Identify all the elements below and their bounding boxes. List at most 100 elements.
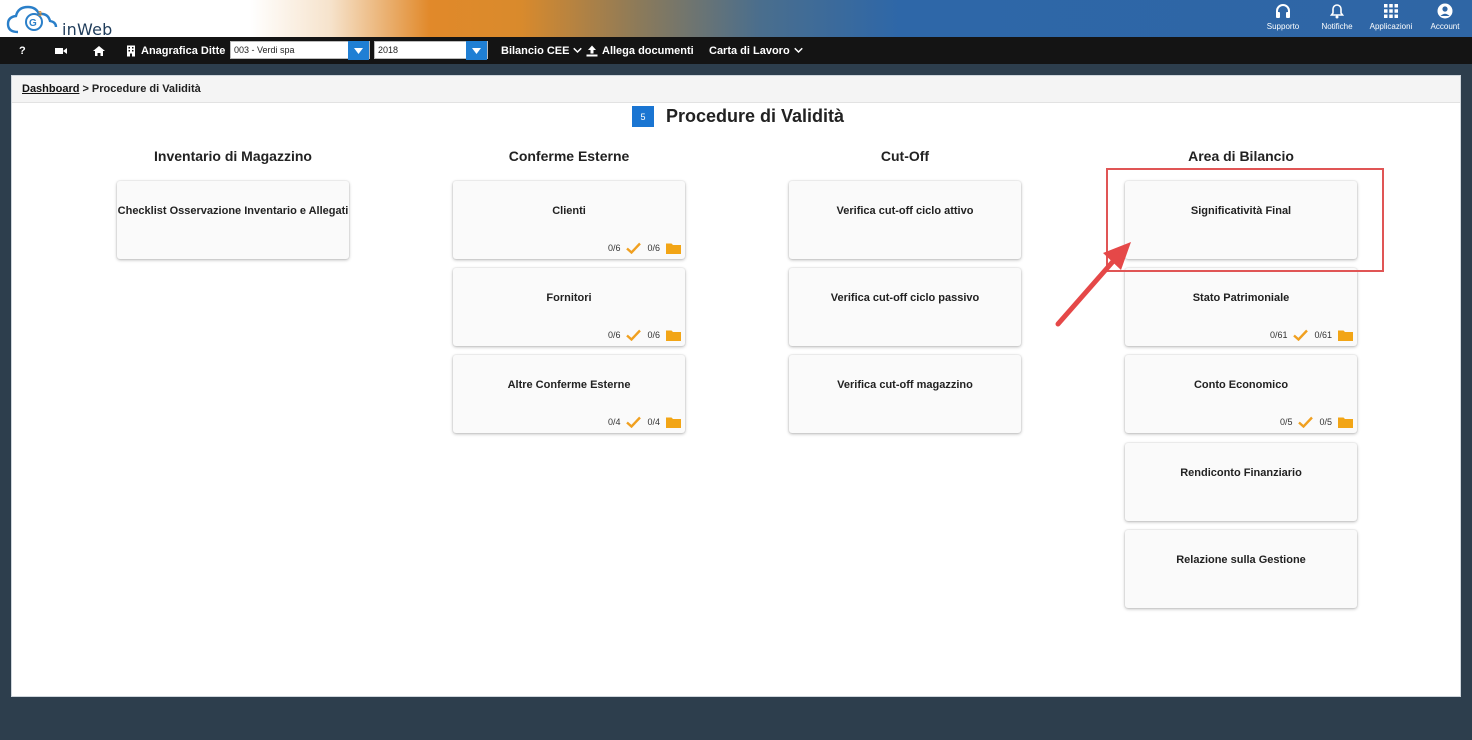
card-stato-patrimoniale[interactable]: Stato Patrimoniale 0/61 0/61	[1125, 268, 1357, 346]
card-label: Verifica cut-off ciclo attivo	[836, 205, 974, 217]
grid-icon	[1384, 4, 1398, 18]
headset-icon	[1276, 4, 1290, 18]
support-label: Supporto	[1266, 22, 1300, 31]
folder-icon	[1338, 417, 1353, 428]
card-altre-conferme[interactable]: Altre Conferme Esterne 0/4 0/4	[453, 355, 685, 433]
video-camera-icon	[55, 47, 67, 54]
files-count: 0/61	[1314, 330, 1332, 340]
page-badge: 5	[632, 106, 654, 127]
page-title: 5 Procedure di Validità	[632, 106, 844, 127]
support-button[interactable]: Supporto	[1256, 0, 1310, 37]
breadcrumb-current: Procedure di Validità	[91, 83, 201, 95]
applications-button[interactable]: Applicazioni	[1364, 0, 1418, 37]
bilancio-cee-label: Bilancio CEE	[501, 44, 570, 57]
breadcrumb-dashboard-link[interactable]: Dashboard	[22, 83, 79, 95]
svg-text:G: G	[29, 18, 37, 29]
check-icon	[626, 329, 642, 341]
card-clienti[interactable]: Clienti 0/6 0/6	[453, 181, 685, 259]
anagrafica-ditte-label: Anagrafica Ditte	[141, 44, 226, 57]
notifications-label: Notifiche	[1321, 22, 1353, 31]
card-label: Fornitori	[546, 292, 592, 304]
allega-documenti-button[interactable]: Allega documenti	[586, 37, 694, 64]
bilancio-cee-menu[interactable]: Bilancio CEE	[501, 37, 583, 64]
company-select-value: 003 - Verdi spa	[234, 45, 295, 55]
card-stats: 0/4 0/4	[608, 416, 681, 428]
card-conto-economico[interactable]: Conto Economico 0/5 0/5	[1125, 355, 1357, 433]
top-header: G 3 inWeb Supporto Notifiche Applicazion…	[0, 0, 1472, 39]
card-stats: 0/5 0/5	[1280, 416, 1353, 428]
help-label: ?	[19, 44, 26, 57]
breadcrumb-separator: >	[82, 83, 89, 95]
company-select-toggle[interactable]	[348, 41, 369, 60]
user-circle-icon	[1437, 3, 1453, 19]
nav-bar: ? Anagrafica Ditte Bilancio CEE Allega d…	[0, 37, 1472, 64]
chevron-down-icon	[573, 47, 583, 54]
applications-label: Applicazioni	[1369, 22, 1413, 31]
notifications-button[interactable]: Notifiche	[1310, 0, 1364, 37]
building-icon	[127, 45, 135, 56]
highlight-box	[1106, 168, 1384, 272]
account-button[interactable]: Account	[1418, 0, 1472, 37]
card-label: Checklist Osservazione Inventario e Alle…	[117, 205, 349, 217]
check-icon	[1298, 416, 1314, 428]
folder-icon	[1338, 330, 1353, 341]
done-count: 0/61	[1269, 330, 1288, 340]
card-label: Relazione sulla Gestione	[1176, 554, 1306, 566]
check-icon	[626, 242, 642, 254]
card-label: Altre Conferme Esterne	[507, 379, 631, 391]
card-stats: 0/61 0/61	[1270, 329, 1353, 341]
done-count: 0/5	[1279, 417, 1293, 427]
card-relazione-gestione[interactable]: Relazione sulla Gestione	[1125, 530, 1357, 608]
app-logo[interactable]: G 3 inWeb	[4, 2, 114, 39]
card-rendiconto-finanziario[interactable]: Rendiconto Finanziario	[1125, 443, 1357, 521]
card-cutoff-attivo[interactable]: Verifica cut-off ciclo attivo	[789, 181, 1021, 259]
caret-down-icon	[472, 47, 481, 54]
card-label: Rendiconto Finanziario	[1180, 467, 1302, 479]
card-cutoff-passivo[interactable]: Verifica cut-off ciclo passivo	[789, 268, 1021, 346]
folder-icon	[666, 330, 681, 341]
carta-di-lavoro-menu[interactable]: Carta di Lavoro	[709, 37, 803, 64]
year-select-value: 2018	[378, 45, 399, 55]
chevron-down-icon	[793, 47, 803, 54]
video-button[interactable]	[55, 37, 67, 64]
header-actions: Supporto Notifiche Applicazioni Account	[1256, 0, 1472, 37]
cloud-logo-icon: G 3	[6, 5, 58, 34]
card-label: Clienti	[552, 205, 586, 217]
help-button[interactable]: ?	[19, 37, 26, 64]
column-title-cutoff: Cut-Off	[880, 148, 930, 164]
caret-down-icon	[354, 47, 363, 54]
card-label: Stato Patrimoniale	[1192, 292, 1290, 304]
anagrafica-ditte-menu[interactable]: Anagrafica Ditte	[125, 37, 225, 64]
files-count: 0/6	[647, 243, 660, 253]
column-title-conferme: Conferme Esterne	[508, 148, 630, 164]
card-label: Verifica cut-off magazzino	[837, 379, 973, 391]
allega-documenti-label: Allega documenti	[602, 44, 694, 57]
carta-di-lavoro-label: Carta di Lavoro	[709, 44, 790, 57]
card-fornitori[interactable]: Fornitori 0/6 0/6	[453, 268, 685, 346]
card-label: Verifica cut-off ciclo passivo	[830, 292, 980, 304]
company-select[interactable]: 003 - Verdi spa	[230, 41, 370, 60]
svg-text:3: 3	[38, 11, 42, 18]
page-title-text: Procedure di Validità	[666, 106, 845, 126]
home-icon	[93, 45, 105, 56]
card-checklist-inventario[interactable]: Checklist Osservazione Inventario e Alle…	[117, 181, 349, 259]
folder-icon	[666, 243, 681, 254]
card-label: Conto Economico	[1193, 379, 1289, 391]
files-count: 0/6	[647, 330, 660, 340]
bell-icon	[1329, 4, 1345, 19]
year-select[interactable]: 2018	[374, 41, 488, 60]
home-button[interactable]	[93, 37, 105, 64]
card-stats: 0/6 0/6	[608, 242, 681, 254]
files-count: 0/4	[647, 417, 660, 427]
year-select-toggle[interactable]	[466, 41, 487, 60]
check-icon	[1293, 329, 1309, 341]
main-panel: Dashboard > Procedure di Validità 5 Proc…	[11, 75, 1461, 697]
folder-icon	[666, 417, 681, 428]
breadcrumb: Dashboard > Procedure di Validità	[12, 76, 1460, 103]
upload-icon	[586, 45, 598, 56]
column-title-area-bilancio: Area di Bilancio	[1188, 148, 1294, 164]
card-cutoff-magazzino[interactable]: Verifica cut-off magazzino	[789, 355, 1021, 433]
column-title-inventario: Inventario di Magazzino	[154, 148, 312, 164]
check-icon	[626, 416, 642, 428]
account-label: Account	[1430, 22, 1460, 31]
